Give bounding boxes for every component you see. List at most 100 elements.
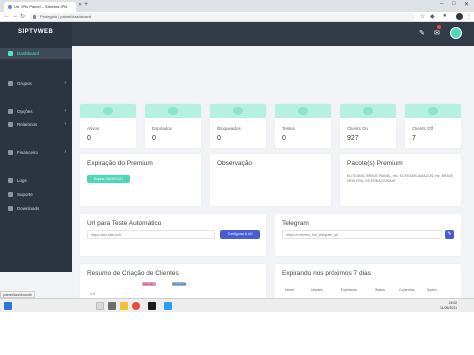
sidebar-item-label: Opções <box>17 109 33 114</box>
sidebar-item-suporte[interactable]: Suporte <box>0 189 72 200</box>
address-bar[interactable]: Protegido | painel/dashboard <box>30 13 415 21</box>
app-icon-2[interactable] <box>164 302 172 310</box>
app-icon[interactable] <box>148 302 156 310</box>
card-title: Expiração do Premium <box>87 160 153 167</box>
windows-start-icon[interactable] <box>4 302 12 310</box>
card-title: Url para Teste Automático <box>87 220 162 227</box>
browser-menu-icon[interactable]: ⋮ <box>466 13 472 20</box>
card-title: Telegram <box>282 220 309 227</box>
lock-icon <box>33 15 36 19</box>
browser-tab[interactable]: Url. IPtv Painel – Sistema IPtv <box>4 2 76 12</box>
premium-expiration-button[interactable]: Expira: 03/05/2021 <box>87 175 130 183</box>
telegram-url-input[interactable]: https://t.me/seu_bot_telegram_url <box>282 230 442 239</box>
observation-card: Observação <box>210 154 331 206</box>
test-url-input[interactable]: https://seu.site.com <box>87 230 215 239</box>
telegram-card: Telegram https://t.me/seu_bot_telegram_u… <box>275 214 461 256</box>
column-header: Nome <box>285 288 295 292</box>
stat-label: Clients On <box>347 126 369 131</box>
stat-card-clients-off: Clients Off 7 <box>405 104 461 148</box>
tab-title: Url. IPtv Painel – Sistema IPtv <box>14 4 68 9</box>
bookmark-star-icon[interactable]: ☆ <box>420 13 425 20</box>
premium-packages-card: Pacote(s) Premium ELITEAMS, BRAVE PAINEL… <box>340 154 461 206</box>
stat-card-clients-on: Clients On 927 <box>340 104 396 148</box>
file-icon <box>8 178 13 183</box>
task-view-icon[interactable] <box>108 302 116 310</box>
chevron-right-icon: › <box>64 108 66 114</box>
sidebar-item-downloads[interactable]: Downloads <box>0 203 72 214</box>
user-icon <box>363 107 373 115</box>
status-url: painel/dashboard# <box>0 291 35 298</box>
users-icon <box>8 81 13 86</box>
stat-label: Testes <box>282 126 296 131</box>
stat-card-header <box>275 104 331 118</box>
mail-icon[interactable]: ✉ <box>434 29 440 37</box>
chevron-right-icon: › <box>64 149 66 155</box>
user-icon <box>168 107 178 115</box>
browser-tab-strip: Url. IPtv Painel – Sistema IPtv ✕ + – □ … <box>0 0 474 12</box>
edit-icon[interactable]: ✎ <box>445 230 454 239</box>
browser-profile-avatar[interactable] <box>456 13 463 20</box>
sidebar-item-logs[interactable]: Logs <box>0 175 72 186</box>
axis-tick: 1.0 <box>90 292 95 296</box>
windows-taskbar: 15:02 11/05/2021 <box>0 298 474 312</box>
configure-url-button[interactable]: Configurar A Url <box>220 230 260 239</box>
stat-label: Expirados <box>152 126 173 131</box>
sidebar-item-opcoes[interactable]: Opções › <box>0 106 72 117</box>
close-tab-icon[interactable]: ✕ <box>78 2 82 8</box>
new-tab-icon[interactable]: + <box>84 1 88 8</box>
bell-icon[interactable]: ✎ <box>419 29 425 37</box>
stat-card-header <box>145 104 201 118</box>
chrome-icon[interactable] <box>132 302 140 310</box>
system-clock[interactable]: 15:02 11/05/2021 <box>440 301 457 311</box>
app-logo: SIPTVWEB <box>18 29 54 35</box>
packages-text: ELITEAMS, BRAVE PAINEL, etc. ELITEAMS-AM… <box>347 174 454 183</box>
sidebar: SIPTVWEB Dashboard Grupos › Opções › Rel… <box>0 22 72 272</box>
user-avatar[interactable] <box>450 27 462 39</box>
stat-label: Clients Off <box>412 126 433 131</box>
extension-icon-2[interactable]: ● <box>443 13 447 19</box>
sidebar-item-dashboard[interactable]: Dashboard <box>0 48 72 59</box>
window-close-icon[interactable]: ✕ <box>464 1 469 8</box>
address-bar-row: ← → ↻ Protegido | painel/dashboard ☆ ◆ ●… <box>0 12 474 22</box>
sidebar-item-grupos[interactable]: Grupos › <box>0 78 72 89</box>
stat-card-header <box>210 104 266 118</box>
file-explorer-icon[interactable] <box>120 302 128 310</box>
reload-icon[interactable]: ↻ <box>20 13 25 20</box>
user-icon <box>428 107 438 115</box>
clock-date: 11/05/2021 <box>440 306 458 310</box>
user-icon <box>103 107 113 115</box>
user-icon <box>233 107 243 115</box>
column-header: Ações <box>427 288 437 292</box>
stat-value: 0 <box>87 135 91 142</box>
legend-clientes: Clientes <box>142 282 156 286</box>
chart-icon <box>8 122 13 127</box>
stat-value: 0 <box>152 135 156 142</box>
sidebar-item-label: Relatórios <box>17 122 38 127</box>
sidebar-item-label: Downloads <box>17 206 40 211</box>
forward-icon[interactable]: → <box>12 13 18 19</box>
stat-value: 0 <box>217 135 221 142</box>
stat-card-header <box>340 104 396 118</box>
sidebar-item-relatorios[interactable]: Relatórios › <box>0 119 72 130</box>
card-title: Observação <box>217 160 253 167</box>
stat-card-ativos: Ativos 0 <box>80 104 136 148</box>
minimize-icon[interactable]: – <box>440 1 443 7</box>
notification-badge <box>437 25 441 29</box>
support-icon <box>8 192 13 197</box>
dashboard-icon <box>8 51 13 56</box>
download-icon <box>8 206 13 211</box>
stat-card-bloqueados: Bloqueados 0 <box>210 104 266 148</box>
sidebar-item-financeiro[interactable]: Financeiro › <box>0 147 72 158</box>
extension-icon[interactable]: ◆ <box>430 13 435 20</box>
column-header: Usuário <box>311 288 324 292</box>
column-header: Conexões <box>399 288 415 292</box>
back-icon[interactable]: ← <box>4 13 10 19</box>
maximize-icon[interactable]: □ <box>452 1 456 7</box>
stat-card-testes: Testes 0 <box>275 104 331 148</box>
stat-value: 927 <box>347 135 359 142</box>
search-icon[interactable] <box>96 302 104 310</box>
stat-card-expirados: Expirados 0 <box>145 104 201 148</box>
address-text: Protegido | painel/dashboard <box>40 14 92 19</box>
chevron-right-icon: › <box>64 121 66 127</box>
list-icon <box>8 109 13 114</box>
